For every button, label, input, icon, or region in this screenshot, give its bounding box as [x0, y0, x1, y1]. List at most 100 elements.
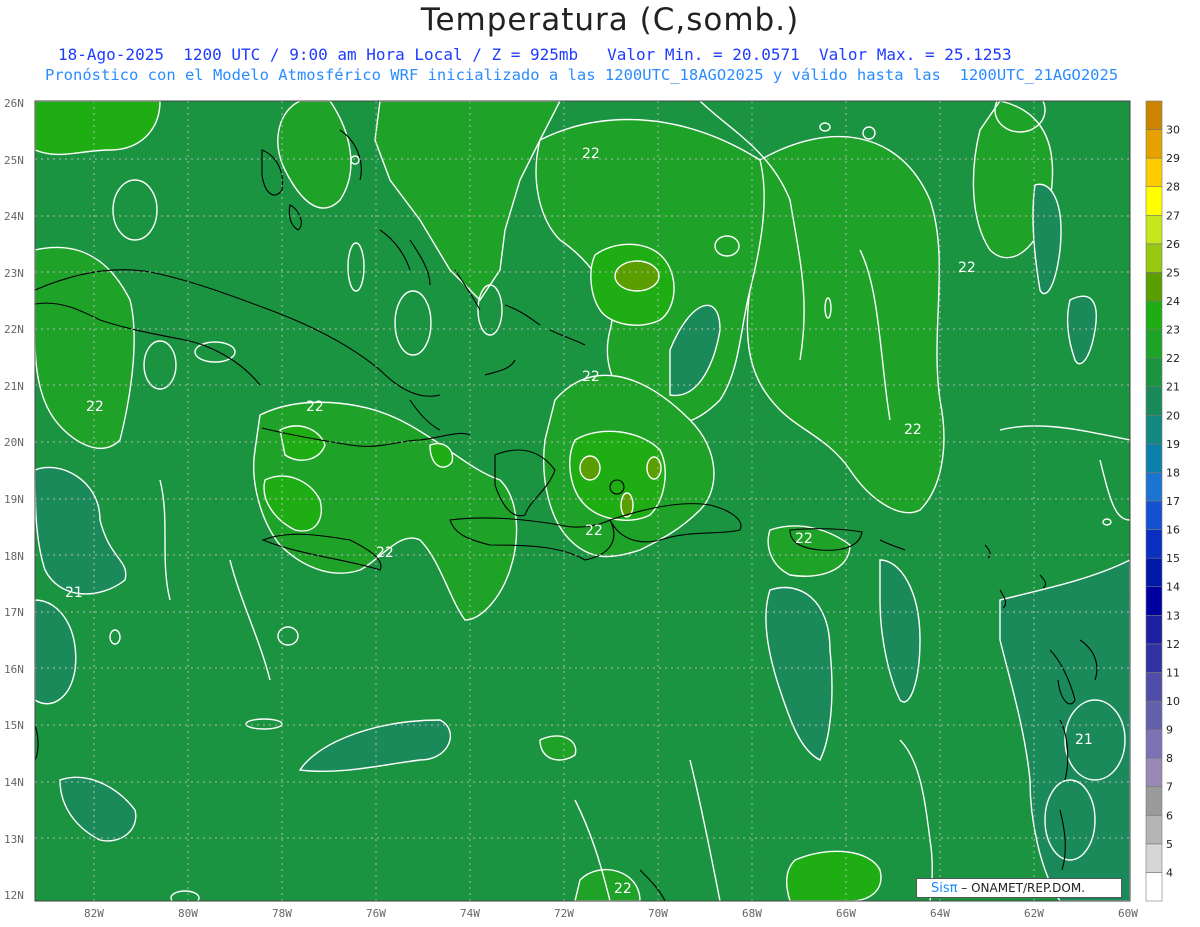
lat-tick-label: 23N	[4, 267, 24, 280]
credit-text: – ONAMET/REP.DOM.	[961, 881, 1086, 895]
colorbar-swatch	[1145, 814, 1163, 845]
colorbar-level-label: 17	[1166, 495, 1180, 508]
lat-tick-label: 20N	[4, 436, 24, 449]
colorbar-swatch	[1145, 643, 1163, 673]
contour-label: 22	[306, 399, 324, 415]
sispi-logo: Sisπ	[931, 881, 958, 896]
lat-tick-label: 18N	[4, 550, 24, 563]
colorbar-swatch	[1145, 500, 1163, 530]
colorbar-level-label: 19	[1166, 438, 1180, 451]
colorbar-level-label: 20	[1166, 409, 1180, 422]
credit-box: Sisπ – ONAMET/REP.DOM.	[916, 878, 1122, 898]
colorbar-level-label: 18	[1166, 466, 1180, 479]
colorbar-swatch	[1145, 414, 1163, 445]
colorbar-level-label: 22	[1166, 352, 1180, 365]
lon-tick-label: 82W	[84, 907, 104, 920]
colorbar-level-label: 12	[1166, 638, 1180, 651]
lat-tick-label: 19N	[4, 493, 24, 506]
colorbar-level-label: 14	[1166, 581, 1180, 594]
colorbar-level-label: 23	[1166, 324, 1180, 337]
lon-tick-label: 66W	[836, 907, 856, 920]
colorbar-level-label: 15	[1166, 552, 1180, 565]
contour-label: 22	[582, 146, 600, 162]
colorbar-swatch	[1145, 786, 1163, 816]
contour-label: 22	[86, 399, 104, 415]
colorbar-level-label: 4	[1166, 866, 1173, 879]
colorbar-level-label: 11	[1166, 666, 1180, 679]
colorbar-swatch	[1145, 729, 1163, 759]
lat-tick-label: 24N	[4, 210, 24, 223]
colorbar-swatch	[1145, 243, 1163, 273]
colorbar-swatch	[1145, 100, 1163, 130]
colorbar-level-label: 8	[1166, 752, 1173, 765]
colorbar-swatch	[1145, 843, 1163, 873]
colorbar-level-label: 24	[1166, 295, 1180, 308]
lon-tick-label: 80W	[178, 907, 198, 920]
lat-tick-label: 22N	[4, 323, 24, 336]
lon-tick-label: 78W	[272, 907, 292, 920]
colorbar-level-label: 26	[1166, 238, 1180, 251]
colorbar-swatch	[1145, 614, 1163, 645]
colorbar-swatch	[1145, 214, 1163, 245]
lat-tick-label: 16N	[4, 663, 24, 676]
colorbar-swatch	[1145, 472, 1163, 502]
lon-tick-label: 62W	[1024, 907, 1044, 920]
colorbar-swatch	[1145, 157, 1163, 188]
lat-tick-label: 13N	[4, 833, 24, 846]
colorbar-swatch	[1145, 329, 1163, 359]
colorbar-swatch	[1145, 529, 1163, 559]
contour-label: 21	[65, 585, 83, 601]
colorbar-swatch	[1145, 757, 1163, 788]
colorbar-swatch	[1145, 672, 1163, 702]
lat-tick-label: 21N	[4, 380, 24, 393]
contour-label: 22	[958, 260, 976, 276]
colorbar-swatch	[1145, 872, 1163, 902]
colorbar-swatch	[1145, 272, 1163, 302]
lon-tick-label: 60W	[1118, 907, 1138, 920]
contour-label: 22	[614, 881, 632, 897]
colorbar-level-label: 6	[1166, 809, 1173, 822]
colorbar-level-label: 13	[1166, 609, 1180, 622]
colorbar-level-label: 9	[1166, 724, 1173, 737]
contour-label: 22	[585, 523, 603, 539]
contour-label: 22	[795, 531, 813, 547]
lon-tick-label: 72W	[554, 907, 574, 920]
colorbar-level-label: 27	[1166, 209, 1180, 222]
lat-tick-label: 17N	[4, 606, 24, 619]
latitude-axis: 26N 25N 24N 23N 22N 21N 20N 19N 18N 17N …	[4, 97, 24, 902]
temperature-map: 22 22 22 22 22 22 22 22 22 21 21 22 22 2…	[4, 97, 1180, 920]
colorbar-level-label: 21	[1166, 381, 1180, 394]
lon-tick-label: 76W	[366, 907, 386, 920]
lat-tick-label: 26N	[4, 97, 24, 110]
colorbar-swatch	[1145, 300, 1163, 330]
colorbar-level-label: 30	[1166, 124, 1180, 137]
lon-tick-label: 68W	[742, 907, 762, 920]
lat-tick-label: 25N	[4, 154, 24, 167]
colorbar-swatch	[1145, 443, 1163, 473]
temperature-colorbar: 4 5 6 7 8 9 10 11 12 13 14 15 16 17 18 19 20 21 22 23 24 25 26…	[1145, 100, 1180, 902]
lat-tick-label: 15N	[4, 719, 24, 732]
colorbar-swatch	[1145, 700, 1163, 730]
contour-label: 22	[582, 369, 600, 385]
colorbar-swatch	[1145, 586, 1163, 616]
colorbar-level-label: 10	[1166, 695, 1180, 708]
contour-label: 22	[376, 545, 394, 561]
colorbar-level-label: 7	[1166, 781, 1173, 794]
contour-label: 21	[1075, 732, 1093, 748]
longitude-axis: 82W 80W 78W 76W 74W 72W 70W 68W 66W 64W …	[84, 907, 1138, 920]
lon-tick-label: 74W	[460, 907, 480, 920]
lat-tick-label: 12N	[4, 889, 24, 902]
colorbar-swatch	[1145, 557, 1163, 588]
colorbar-level-label: 16	[1166, 524, 1180, 537]
colorbar-level-label: 28	[1166, 181, 1180, 194]
colorbar-swatch	[1145, 386, 1163, 416]
lon-tick-label: 64W	[930, 907, 950, 920]
lat-tick-label: 14N	[4, 776, 24, 789]
colorbar-level-label: 5	[1166, 838, 1173, 851]
colorbar-swatch	[1145, 129, 1163, 159]
colorbar-swatch	[1145, 186, 1163, 216]
contour-label: 22	[904, 422, 922, 438]
map-plot-area: 22 22 22 22 22 22 22 22 22 21 21 22 22	[35, 101, 1130, 901]
colorbar-level-label: 29	[1166, 152, 1180, 165]
colorbar-level-label: 25	[1166, 266, 1180, 279]
